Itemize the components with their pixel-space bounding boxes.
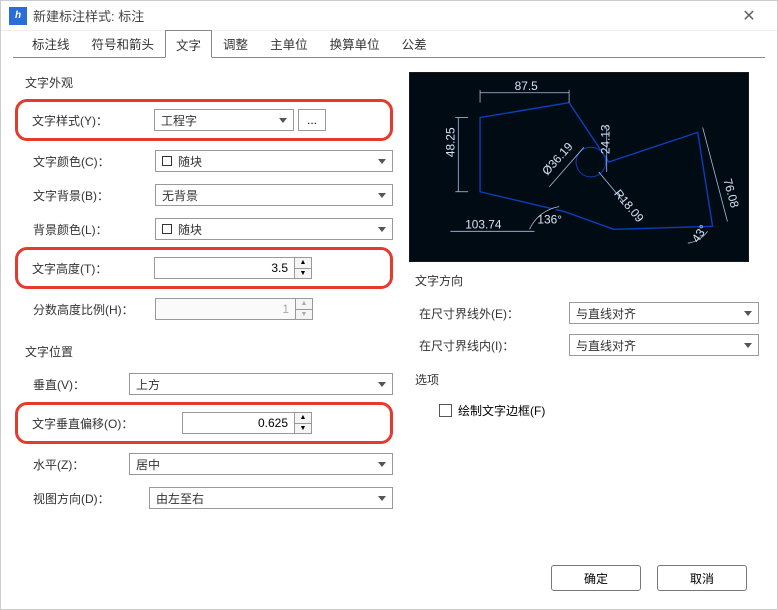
close-button[interactable]: ✕ [729,2,769,30]
spinner-text-height[interactable]: ▲ ▼ [154,257,312,279]
tab-text[interactable]: 文字 [165,30,212,58]
tab-primary[interactable]: 主单位 [259,29,319,57]
label-vert-offset: 文字垂直偏移(O)： [32,415,182,432]
svg-text:136°: 136° [537,212,562,226]
highlight-text-style: 文字样式(Y)： 工程字 ... [15,99,393,141]
label-text-bg: 文字背景(B)： [33,187,155,204]
label-inside: 在尺寸界线内(I)： [419,337,569,354]
spinner-frac-height: ▲ ▼ [155,298,313,320]
select-horizontal[interactable]: 居中 [129,453,393,475]
select-vertical[interactable]: 上方 [129,373,393,395]
titlebar: h 新建标注样式: 标注 ✕ [1,1,777,31]
window-title: 新建标注样式: 标注 [33,6,144,25]
group-appearance-title: 文字外观 [25,74,393,91]
spin-down-icon: ▼ [295,309,313,321]
select-viewdir[interactable]: 由左至右 [149,487,393,509]
svg-text:48.25: 48.25 [443,127,457,157]
tab-bar: 标注线 符号和箭头 文字 调整 主单位 换算单位 公差 [1,31,777,57]
spin-up-icon[interactable]: ▲ [294,412,312,423]
byblock-swatch-icon [162,156,172,166]
group-position-title: 文字位置 [25,343,393,360]
spin-down-icon[interactable]: ▼ [294,423,312,435]
tab-dimline[interactable]: 标注线 [21,29,81,57]
checkbox-draw-frame[interactable] [439,404,452,417]
tab-tolerance[interactable]: 公差 [391,29,438,57]
tab-alt[interactable]: 换算单位 [319,29,391,57]
select-text-style[interactable]: 工程字 [154,109,294,131]
label-text-color: 文字颜色(C)： [33,153,155,170]
tab-fit[interactable]: 调整 [212,29,259,57]
label-viewdir: 视图方向(D)： [33,490,149,507]
spin-up-icon[interactable]: ▲ [294,257,312,268]
select-bg-color[interactable]: 随块 [155,218,393,240]
app-icon: h [9,7,27,25]
group-direction-title: 文字方向 [415,272,759,289]
svg-text:87.5: 87.5 [515,79,538,93]
svg-text:Ø36.19: Ø36.19 [539,139,576,178]
svg-text:R18.09: R18.09 [611,187,647,226]
spin-up-icon: ▲ [295,298,313,309]
spinner-vert-offset[interactable]: ▲ ▼ [182,412,312,434]
label-frac-height: 分数高度比例(H)： [33,301,155,318]
label-outside: 在尺寸界线外(E)： [419,305,569,322]
text-style-browse-button[interactable]: ... [298,109,326,131]
svg-text:76.08: 76.08 [721,177,742,210]
dimension-preview: 87.5 48.25 Ø36.19 24.13 R18.09 76.08 103… [409,72,749,262]
input-vert-offset[interactable] [182,412,294,434]
label-draw-frame: 绘制文字边框(F) [458,402,545,419]
select-inside[interactable]: 与直线对齐 [569,334,759,356]
dialog-window: h 新建标注样式: 标注 ✕ 标注线 符号和箭头 文字 调整 主单位 换算单位 … [0,0,778,610]
svg-text:24.13: 24.13 [599,124,613,154]
tab-symbols[interactable]: 符号和箭头 [81,29,166,57]
label-text-style: 文字样式(Y)： [32,112,154,129]
label-vertical: 垂直(V)： [33,376,129,393]
group-options-title: 选项 [415,371,759,388]
label-text-height: 文字高度(T)： [32,260,154,277]
select-text-color[interactable]: 随块 [155,150,393,172]
highlight-text-height: 文字高度(T)： ▲ ▼ [15,247,393,289]
byblock-swatch-icon [162,224,172,234]
input-text-height[interactable] [154,257,294,279]
select-outside[interactable]: 与直线对齐 [569,302,759,324]
cancel-button[interactable]: 取消 [657,565,747,591]
label-horizontal: 水平(Z)： [33,456,129,473]
label-bg-color: 背景颜色(L)： [33,221,155,238]
highlight-vert-offset: 文字垂直偏移(O)： ▲ ▼ [15,402,393,444]
spin-down-icon[interactable]: ▼ [294,268,312,280]
input-frac-height [155,298,295,320]
dialog-footer: 确定 取消 [551,565,747,591]
select-text-bg[interactable]: 无背景 [155,184,393,206]
svg-text:103.74: 103.74 [465,217,502,231]
ok-button[interactable]: 确定 [551,565,641,591]
